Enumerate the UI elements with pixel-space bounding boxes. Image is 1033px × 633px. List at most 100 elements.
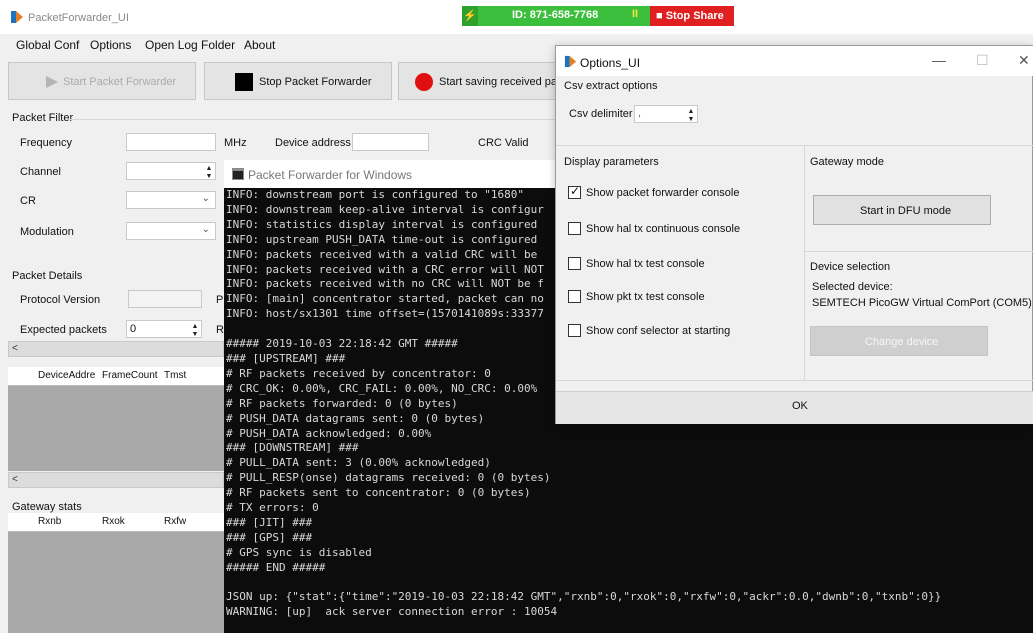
device-selection-title: Device selection	[810, 261, 891, 273]
stop-share-label: Stop Share	[665, 10, 724, 22]
details-horizontal-scrollbar[interactable]: <	[8, 341, 224, 357]
grid-horizontal-scrollbar[interactable]: <	[8, 472, 224, 488]
section-divider	[556, 380, 1033, 381]
checkbox-label: Show packet forwarder console	[586, 187, 740, 199]
checkmark-icon: ✓	[570, 184, 581, 198]
checkbox-show-hal-tx-test[interactable]: Show hal tx test console	[568, 257, 798, 273]
channel-spinner[interactable]: ▲ ▼	[126, 162, 216, 180]
share-grip-icon[interactable]: ⚡	[462, 6, 478, 26]
column-header-tmst[interactable]: Tmst	[164, 370, 186, 381]
console-line: ### [DOWNSTREAM] ###	[226, 441, 359, 455]
frequency-input[interactable]	[126, 133, 216, 151]
column-header-rxok[interactable]: Rxok	[102, 516, 125, 527]
start-saving-packets-button[interactable]: Start saving received packe	[398, 62, 574, 100]
packet-details-title: Packet Details	[12, 270, 83, 282]
column-header-rxnb[interactable]: Rxnb	[38, 516, 61, 527]
checkbox-show-conf-selector[interactable]: Show conf selector at starting	[568, 324, 798, 340]
start-button-label: Start Packet Forwarder	[63, 76, 177, 88]
console-line: # PULL_RESP(onse) datagrams received: 0 …	[226, 471, 551, 485]
console-line: # PULL_DATA sent: 3 (0.00% acknowledged)	[226, 456, 491, 470]
share-id-text: ID: 871-658-7768	[512, 9, 599, 21]
cr-label: CR	[20, 195, 36, 207]
vertical-divider	[804, 146, 805, 380]
menu-bar: Global Conf Options Open Log Folder Abou…	[0, 34, 560, 56]
column-header-rxfw[interactable]: Rxfw	[164, 516, 186, 527]
start-packet-forwarder-button[interactable]: Start Packet Forwarder	[8, 62, 196, 100]
packet-filter-title: Packet Filter	[12, 112, 74, 124]
checkbox-show-pkt-tx-test[interactable]: Show pkt tx test console	[568, 290, 798, 306]
close-icon[interactable]: ✕	[1018, 52, 1030, 69]
play-icon	[46, 76, 58, 88]
checkbox-label: Show conf selector at starting	[586, 325, 731, 337]
device-address-input[interactable]	[352, 133, 429, 151]
save-button-label: Start saving received packe	[439, 76, 575, 88]
menu-open-log-folder[interactable]: Open Log Folder	[145, 38, 235, 52]
section-divider	[556, 145, 1033, 146]
chevron-down-icon: ⌄	[201, 193, 210, 204]
protocol-version-field	[128, 290, 202, 308]
checkbox-box[interactable]	[568, 290, 581, 303]
channel-label: Channel	[20, 166, 61, 178]
console-line: ##### END #####	[226, 560, 326, 574]
column-header-framecount[interactable]: FrameCount	[102, 370, 158, 381]
app-title: PacketForwarder_UI	[28, 12, 129, 24]
stop-share-button[interactable]: ■ Stop Share	[650, 6, 734, 26]
menu-global-conf[interactable]: Global Conf	[16, 38, 79, 52]
console-line: # PUSH_DATA acknowledged: 0.00%	[226, 426, 432, 440]
expected-packets-spinner[interactable]: 0 ▲ ▼	[126, 320, 202, 338]
ok-button[interactable]: OK	[556, 391, 1033, 424]
csv-delimiter-spinner[interactable]: , ▲ ▼	[634, 105, 698, 123]
console-title: Packet Forwarder for Windows	[248, 168, 413, 182]
stop-packet-forwarder-button[interactable]: Stop Packet Forwarder	[204, 62, 392, 100]
options-title: Options_UI	[580, 56, 641, 70]
checkbox-box[interactable]	[568, 324, 581, 337]
minimize-icon[interactable]: —	[932, 52, 946, 68]
console-window-icon	[232, 168, 244, 180]
frequency-label: Frequency	[20, 137, 72, 149]
checkbox-box[interactable]	[568, 222, 581, 235]
gateway-stats-title: Gateway stats	[12, 501, 82, 513]
spinner-arrows-icon[interactable]: ▲ ▼	[205, 165, 213, 181]
console-line: # GPS sync is disabled	[226, 545, 372, 559]
cr-select[interactable]: ⌄	[126, 191, 216, 209]
csv-delimiter-label: Csv delimiter	[569, 108, 633, 120]
chevron-down-icon: ⌄	[201, 224, 210, 235]
pause-share-icon[interactable]: II	[632, 8, 638, 20]
console-line: ### [JIT] ###	[226, 515, 313, 529]
scroll-left-icon[interactable]: <	[12, 343, 18, 354]
screen-share-bar: ⚡ ID: 871-658-7768 II ■ Stop Share	[462, 6, 734, 26]
start-dfu-mode-button[interactable]: Start in DFU mode	[813, 195, 991, 225]
menu-options[interactable]: Options	[90, 38, 131, 52]
gateway-stats-grid: Rxnb Rxok Rxfw	[8, 513, 224, 633]
maximize-icon[interactable]: ☐	[976, 52, 989, 69]
checkbox-show-hal-tx-continuous[interactable]: Show hal tx continuous console	[568, 222, 798, 238]
device-grid-header: DeviceAddre FrameCount Tmst	[8, 367, 224, 386]
frequency-unit: MHz	[224, 137, 247, 149]
expected-suffix-label: R	[216, 324, 224, 336]
packet-filter-divider	[70, 119, 560, 120]
console-line: # RF packets sent to concentrator: 0 (0 …	[226, 486, 531, 500]
modulation-select[interactable]: ⌄	[126, 222, 216, 240]
spinner-arrows-icon[interactable]: ▲ ▼	[191, 323, 199, 339]
scroll-left-icon[interactable]: <	[12, 474, 18, 485]
change-device-button[interactable]: Change device	[810, 326, 988, 356]
console-line: JSON up: {"stat":{"time":"2019-10-03 22:…	[226, 590, 942, 604]
main-title-bar: PacketForwarder_UI ⚡ ID: 871-658-7768 II…	[0, 0, 1033, 34]
stop-icon	[235, 73, 253, 91]
change-device-label: Change device	[865, 336, 939, 348]
csv-options-title: Csv extract options	[564, 80, 658, 92]
checkbox-box[interactable]	[568, 257, 581, 270]
expected-packets-label: Expected packets	[20, 324, 107, 336]
gateway-mode-title: Gateway mode	[810, 156, 884, 168]
display-parameters-title: Display parameters	[564, 156, 659, 168]
dfu-button-label: Start in DFU mode	[860, 205, 952, 217]
column-header-deviceaddress[interactable]: DeviceAddre	[38, 370, 95, 381]
checkbox-show-pf-console[interactable]: ✓ Show packet forwarder console	[568, 184, 798, 202]
spinner-arrows-icon[interactable]: ▲ ▼	[687, 108, 695, 124]
crc-valid-label: CRC Valid	[478, 137, 529, 149]
csv-delimiter-value: ,	[638, 107, 642, 119]
checkbox-box[interactable]: ✓	[568, 184, 581, 199]
menu-about[interactable]: About	[244, 38, 275, 52]
checkbox-label: Show hal tx test console	[586, 258, 705, 270]
console-line: ### [GPS] ###	[226, 530, 313, 544]
